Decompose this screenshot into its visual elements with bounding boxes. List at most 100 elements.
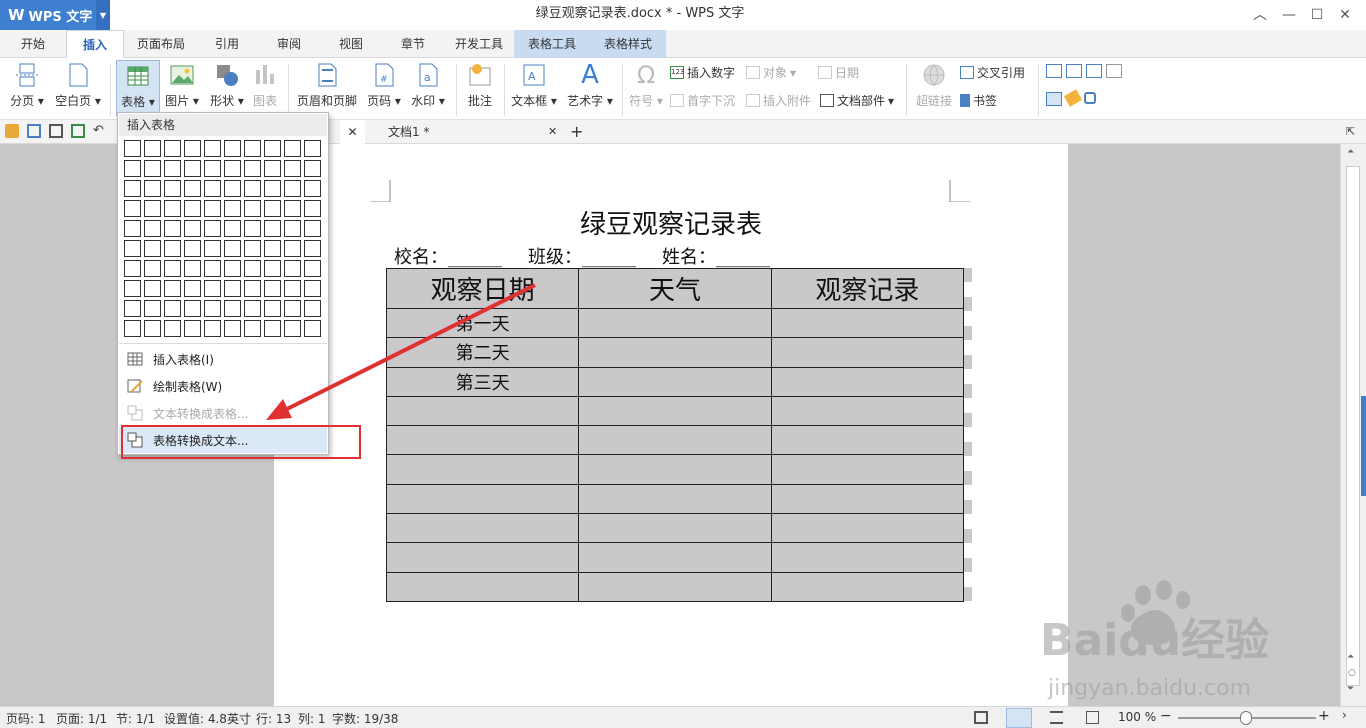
- grid-cell[interactable]: [124, 160, 141, 177]
- grid-cell[interactable]: [124, 200, 141, 217]
- tab-review[interactable]: 审阅: [262, 30, 316, 58]
- grid-cell[interactable]: [124, 180, 141, 197]
- design-mode-icon[interactable]: [1046, 92, 1062, 106]
- table-cell[interactable]: [578, 425, 772, 456]
- grid-cell[interactable]: [184, 200, 201, 217]
- grid-cell[interactable]: [244, 140, 261, 157]
- tab-table-tools[interactable]: 表格工具: [514, 30, 590, 58]
- grid-cell[interactable]: [204, 300, 221, 317]
- prev-page-icon[interactable]: ⏶: [1347, 652, 1354, 662]
- grid-cell[interactable]: [224, 180, 241, 197]
- grid-cell[interactable]: [284, 300, 301, 317]
- grid-cell[interactable]: [204, 160, 221, 177]
- grid-cell[interactable]: [264, 320, 281, 337]
- table-cell[interactable]: [578, 395, 772, 427]
- maximize-icon[interactable]: ☐: [1304, 4, 1330, 26]
- vertical-scrollbar[interactable]: ⏶ ⏶ ○ ⏷: [1340, 144, 1366, 706]
- table-cell[interactable]: [578, 366, 772, 397]
- collapse-ribbon-icon[interactable]: ︿: [1247, 4, 1273, 26]
- grid-cell[interactable]: [304, 200, 321, 217]
- table-cell[interactable]: [770, 513, 965, 544]
- grid-cell[interactable]: [164, 320, 181, 337]
- header-footer-button[interactable]: 页眉和页脚: [296, 62, 358, 109]
- grid-cell[interactable]: [164, 140, 181, 157]
- select-browse-icon[interactable]: ○: [1348, 668, 1356, 678]
- grid-cell[interactable]: [184, 160, 201, 177]
- grid-cell[interactable]: [144, 180, 161, 197]
- chart-button[interactable]: 图表: [250, 62, 280, 109]
- picture-button[interactable]: 图片 ▾: [162, 62, 202, 109]
- table-cell[interactable]: [770, 337, 965, 368]
- grid-cell[interactable]: [264, 280, 281, 297]
- tab-start[interactable]: 开始: [6, 30, 60, 58]
- grid-cell[interactable]: [144, 140, 161, 157]
- fullscreen-icon[interactable]: [974, 711, 988, 724]
- grid-cell[interactable]: [304, 140, 321, 157]
- grid-cell[interactable]: [184, 260, 201, 277]
- table-button[interactable]: 表格 ▾: [116, 60, 160, 116]
- grid-cell[interactable]: [144, 200, 161, 217]
- table-size-grid[interactable]: [124, 140, 321, 337]
- grid-cell[interactable]: [304, 160, 321, 177]
- table-cell[interactable]: [385, 571, 580, 602]
- eraser-icon[interactable]: [1063, 89, 1083, 107]
- grid-cell[interactable]: [304, 240, 321, 257]
- grid-cell[interactable]: [144, 260, 161, 277]
- table-cell[interactable]: [770, 483, 965, 515]
- grid-cell[interactable]: [264, 200, 281, 217]
- close-icon[interactable]: ✕: [1332, 4, 1358, 26]
- table-cell[interactable]: 第一天: [385, 307, 580, 339]
- doc-tab-second-close-icon[interactable]: ✕: [548, 120, 557, 144]
- app-menu-button[interactable]: W WPS 文字 ▼: [0, 0, 110, 30]
- grid-cell[interactable]: [124, 300, 141, 317]
- grid-cell[interactable]: [284, 180, 301, 197]
- grid-cell[interactable]: [264, 240, 281, 257]
- wordart-button[interactable]: A 艺术字 ▾: [564, 62, 616, 109]
- zoom-in-icon[interactable]: +: [1318, 708, 1330, 724]
- checkbox-icon[interactable]: [1066, 64, 1082, 78]
- grid-cell[interactable]: [244, 180, 261, 197]
- outline-view-icon[interactable]: [1050, 711, 1063, 724]
- grid-cell[interactable]: [144, 240, 161, 257]
- table-cell[interactable]: [578, 337, 772, 368]
- grid-cell[interactable]: [284, 320, 301, 337]
- page-number-button[interactable]: # 页码 ▾: [364, 62, 404, 109]
- date-button[interactable]: 日期: [818, 64, 859, 81]
- grid-cell[interactable]: [304, 220, 321, 237]
- grid-cell[interactable]: [184, 280, 201, 297]
- doc-parts-button[interactable]: 文档部件 ▾: [820, 92, 894, 109]
- open-icon[interactable]: [5, 124, 19, 138]
- grid-cell[interactable]: [184, 140, 201, 157]
- text-field-icon[interactable]: [1046, 64, 1062, 78]
- table-cell[interactable]: [578, 454, 772, 485]
- grid-cell[interactable]: [284, 280, 301, 297]
- grid-cell[interactable]: [224, 280, 241, 297]
- table-cell[interactable]: [770, 454, 965, 485]
- grid-cell[interactable]: [204, 240, 221, 257]
- grid-cell[interactable]: [264, 260, 281, 277]
- print-icon[interactable]: [49, 124, 63, 138]
- grid-cell[interactable]: [124, 240, 141, 257]
- tab-references[interactable]: 引用: [200, 30, 254, 58]
- menu-item-insert-table[interactable]: 插入表格(I): [119, 346, 327, 372]
- grid-cell[interactable]: [284, 260, 301, 277]
- table-cell[interactable]: [385, 483, 580, 515]
- grid-cell[interactable]: [164, 180, 181, 197]
- drop-cap-button[interactable]: 首字下沉: [670, 92, 735, 109]
- table-cell[interactable]: [578, 571, 772, 602]
- table-cell[interactable]: [578, 542, 772, 573]
- menu-item-draw-table[interactable]: 绘制表格(W): [119, 373, 327, 399]
- grid-cell[interactable]: [244, 160, 261, 177]
- grid-cell[interactable]: [284, 200, 301, 217]
- print-preview-icon[interactable]: [71, 124, 85, 138]
- grid-cell[interactable]: [224, 160, 241, 177]
- cross-reference-button[interactable]: 交叉引用: [960, 64, 1025, 81]
- textbox-button[interactable]: A 文本框 ▾: [508, 62, 560, 109]
- grid-cell[interactable]: [204, 320, 221, 337]
- tab-developer[interactable]: 开发工具: [446, 30, 512, 58]
- grid-cell[interactable]: [164, 160, 181, 177]
- grid-cell[interactable]: [244, 220, 261, 237]
- table-cell[interactable]: [770, 366, 965, 397]
- lock-icon[interactable]: [1084, 92, 1096, 104]
- grid-cell[interactable]: [164, 220, 181, 237]
